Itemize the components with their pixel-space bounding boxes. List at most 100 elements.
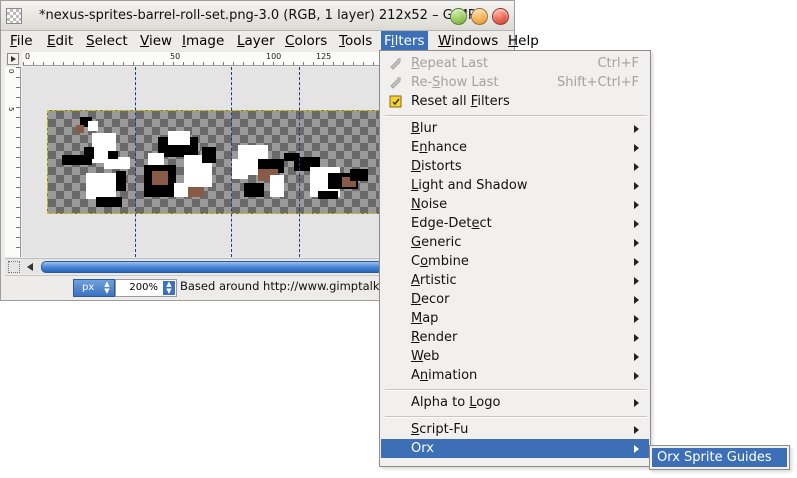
- filters-item-reshow-last[interactable]: Re-Show Last Shift+Ctrl+F: [381, 73, 649, 92]
- shortcut-label: Ctrl+F: [597, 56, 639, 71]
- menu-item-label: Re-Show Last: [411, 75, 499, 90]
- maximize-button[interactable]: [471, 8, 488, 25]
- filters-item-render[interactable]: Render: [381, 328, 649, 347]
- ruler-label: 50: [170, 52, 181, 61]
- unit-spin-icon: ▲ ▼: [104, 280, 110, 295]
- menu-separator: [385, 115, 647, 117]
- menu-item-label: Orx: [411, 441, 434, 456]
- filters-item-orx[interactable]: Orx: [381, 439, 649, 458]
- menu-filters[interactable]: Filters: [381, 31, 428, 51]
- submenu-arrow-icon: [634, 445, 639, 453]
- ruler-label: 0: [7, 69, 15, 74]
- reset-icon: [388, 94, 403, 109]
- menu-edit[interactable]: Edit: [44, 32, 76, 50]
- window-title: *nexus-sprites-barrel-roll-set.png-3.0 (…: [39, 8, 476, 23]
- close-button[interactable]: [492, 8, 509, 25]
- ruler-label: 125: [316, 52, 332, 61]
- filters-item-blur[interactable]: Blur: [381, 119, 649, 138]
- submenu-arrow-icon: [634, 163, 639, 171]
- menu-image[interactable]: Image: [179, 32, 227, 50]
- menu-item-label: Render: [411, 330, 458, 345]
- filters-item-repeat-last[interactable]: Repeat Last Ctrl+F: [381, 54, 649, 73]
- filters-item-light-and-shadow[interactable]: Light and Shadow: [381, 176, 649, 195]
- filters-item-enhance[interactable]: Enhance: [381, 138, 649, 157]
- ruler-label: 0: [25, 52, 31, 61]
- submenu-arrow-icon: [634, 296, 639, 304]
- reshow-icon: [388, 75, 403, 90]
- unit-value: px: [82, 282, 95, 293]
- filters-item-animation[interactable]: Animation: [381, 366, 649, 385]
- submenu-arrow-icon: [634, 220, 639, 228]
- quick-mask-menu-icon[interactable]: [7, 53, 19, 65]
- menu-windows[interactable]: Windows: [435, 32, 501, 50]
- vertical-ruler[interactable]: 0 5: [5, 67, 21, 257]
- filters-item-generic[interactable]: Generic: [381, 233, 649, 252]
- filters-menu: Repeat Last Ctrl+F Re-Show Last Shift+Ctrl+…: [379, 50, 651, 467]
- submenu-arrow-icon: [634, 277, 639, 285]
- sprite-guide-line[interactable]: [135, 67, 136, 257]
- zoom-value: 200%: [129, 282, 158, 293]
- menu-item-label: Orx Sprite Guides: [657, 450, 772, 465]
- sprite-guide-line[interactable]: [299, 67, 300, 257]
- menu-item-label: Decor: [411, 292, 450, 307]
- menu-item-label: Noise: [411, 197, 448, 212]
- filters-item-noise[interactable]: Noise: [381, 195, 649, 214]
- submenu-arrow-icon: [634, 125, 639, 133]
- submenu-arrow-icon: [634, 426, 639, 434]
- zoom-spin-icon: ▲ ▼: [163, 281, 175, 295]
- horizontal-ruler[interactable]: 0 50 100 125: [23, 52, 383, 66]
- menu-item-label: Script-Fu: [411, 422, 469, 437]
- menu-colors[interactable]: Colors: [282, 32, 330, 50]
- filters-item-distorts[interactable]: Distorts: [381, 157, 649, 176]
- filters-item-edge-detect[interactable]: Edge-Detect: [381, 214, 649, 233]
- unit-selector[interactable]: px ▲ ▼: [73, 279, 115, 297]
- submenu-arrow-icon: [634, 258, 639, 266]
- image-canvas[interactable]: [22, 67, 382, 257]
- filters-item-decor[interactable]: Decor: [381, 290, 649, 309]
- menu-item-label: Alpha to Logo: [411, 395, 501, 410]
- menu-bar: File Edit Select View Image Layer Colors Tools F…: [1, 31, 539, 51]
- menu-separator: [385, 389, 647, 391]
- menu-item-label: Combine: [411, 254, 469, 269]
- menu-item-label: Generic: [411, 235, 462, 250]
- image-thumbnail-icon: [6, 8, 22, 24]
- status-message: Based around http://www.gimptalk.com: [180, 279, 383, 293]
- menu-view[interactable]: View: [137, 32, 175, 50]
- title-bar[interactable]: *nexus-sprites-barrel-roll-set.png-3.0 (…: [1, 1, 514, 31]
- horizontal-scrollbar[interactable]: [5, 258, 383, 274]
- sprite-image-layer[interactable]: [47, 110, 382, 214]
- menu-item-label: Enhance: [411, 140, 468, 155]
- submenu-arrow-icon: [634, 182, 639, 190]
- filters-item-alpha-to-logo[interactable]: Alpha to Logo: [381, 393, 649, 412]
- minimize-button[interactable]: [450, 8, 467, 25]
- filters-item-artistic[interactable]: Artistic: [381, 271, 649, 290]
- menu-item-label: Map: [411, 311, 439, 326]
- filters-item-map[interactable]: Map: [381, 309, 649, 328]
- filters-item-reset-all-filters[interactable]: Reset all Filters: [381, 92, 649, 111]
- menu-select[interactable]: Select: [83, 32, 131, 50]
- navigate-icon[interactable]: [8, 261, 20, 273]
- submenu-arrow-icon: [634, 239, 639, 247]
- menu-item-label: Web: [411, 349, 440, 364]
- filters-item-script-fu[interactable]: Script-Fu: [381, 420, 649, 439]
- filters-item-web[interactable]: Web: [381, 347, 649, 366]
- orx-item-orx-sprite-guides[interactable]: Orx Sprite Guides: [652, 448, 787, 467]
- menu-item-label: Blur: [411, 121, 438, 136]
- sprite-pixels: [62, 117, 368, 207]
- scroll-left-arrow-icon[interactable]: [25, 261, 37, 273]
- menu-layer[interactable]: Layer: [234, 32, 278, 50]
- menu-item-label: Light and Shadow: [411, 178, 528, 193]
- menu-item-label: Distorts: [411, 159, 462, 174]
- zoom-selector[interactable]: 200% ▲ ▼: [115, 279, 177, 297]
- submenu-arrow-icon: [634, 334, 639, 342]
- submenu-arrow-icon: [634, 372, 639, 380]
- filters-item-combine[interactable]: Combine: [381, 252, 649, 271]
- menu-separator: [385, 416, 647, 418]
- submenu-arrow-icon: [634, 201, 639, 209]
- menu-tools[interactable]: Tools: [336, 32, 375, 50]
- scrollbar-thumb[interactable]: [41, 261, 383, 273]
- menu-help[interactable]: Help: [505, 32, 542, 50]
- sprite-guide-line[interactable]: [231, 67, 232, 257]
- menu-item-label: Artistic: [411, 273, 457, 288]
- menu-file[interactable]: File: [7, 32, 36, 50]
